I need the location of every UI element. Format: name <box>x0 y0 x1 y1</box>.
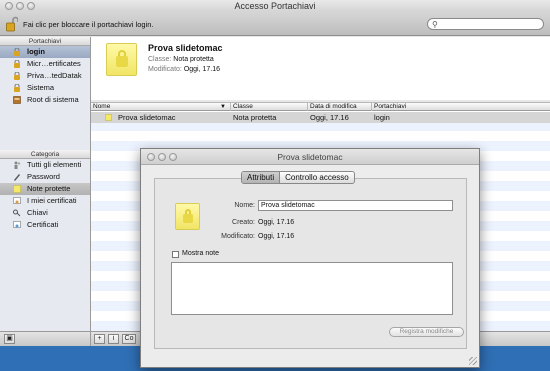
item-class: Classe: Nota protetta <box>148 56 214 63</box>
keychain-lock-icon <box>14 48 20 56</box>
sidebar-item-private-data[interactable]: Priva…tedDatak <box>0 70 90 82</box>
zoom-button[interactable] <box>27 2 35 10</box>
name-field[interactable]: Prova slidetomac <box>258 200 453 211</box>
modified-label: Modificato: <box>221 233 255 240</box>
sidebar-bottom-bar: ▣ <box>0 331 90 346</box>
secure-note-icon <box>175 203 200 230</box>
cell-keychain: login <box>374 113 390 122</box>
attributes-panel: Nome: Prova slidetomac Creato: Oggi, 17.… <box>154 178 467 349</box>
sidebar-item-root-di-sistema[interactable]: Root di sistema <box>0 94 90 106</box>
unlocked-padlock-icon[interactable] <box>6 16 18 32</box>
column-header-date[interactable]: Data di modifica <box>308 103 372 111</box>
dialog-titlebar[interactable]: Prova slidetomac <box>141 149 479 165</box>
notes-textarea[interactable] <box>171 262 453 315</box>
category-item-secure-notes[interactable]: Note protette <box>0 183 90 195</box>
cell-class: Nota protetta <box>233 113 277 122</box>
category-item-label: Tutti gli elementi <box>27 160 82 169</box>
people-icon <box>14 161 21 169</box>
item-summary: Prova slidetomac Classe: Nota protetta M… <box>91 37 550 100</box>
dialog-close-button[interactable] <box>147 153 155 161</box>
pen-icon <box>14 174 20 181</box>
category-item-label: Chiavi <box>27 208 48 217</box>
sidebar-item-label: Root di sistema <box>27 95 79 104</box>
copy-button[interactable]: Co <box>122 334 136 344</box>
certificate-icon <box>13 221 21 228</box>
category-item-label: Certificati <box>27 220 59 229</box>
item-class-label: Classe: <box>148 56 172 63</box>
tab-access-control[interactable]: Controllo accesso <box>280 172 354 183</box>
item-modified-value: Oggi, 17.16 <box>183 66 221 73</box>
created-value: Oggi, 17.16 <box>258 219 295 226</box>
category-item-certificates[interactable]: Certificati <box>0 219 90 231</box>
category-item-my-certificates[interactable]: I miei certificati <box>0 195 90 207</box>
search-input[interactable]: ⚲ <box>427 18 544 30</box>
window-controls <box>5 2 35 10</box>
window-titlebar[interactable]: Accesso Portachiavi <box>0 0 550 12</box>
key-icon <box>13 209 21 217</box>
column-header-name[interactable]: Nome ▼ <box>91 103 231 111</box>
category-item-all[interactable]: Tutti gli elementi <box>0 159 90 171</box>
column-header-keychain[interactable]: Portachiavi <box>372 103 550 111</box>
show-notes-label[interactable]: Mostra note <box>182 250 219 257</box>
sidebar-item-label: Micr…ertificates <box>27 59 81 68</box>
dialog-tabs: Attributi Controllo accesso <box>241 171 355 184</box>
info-button[interactable]: i <box>108 334 119 344</box>
category-item-label: I miei certificati <box>27 196 77 205</box>
toolbar: Fai clic per bloccare il portachiavi log… <box>0 12 550 36</box>
created-label: Creato: <box>232 219 255 226</box>
category-item-label: Note protette <box>27 184 71 193</box>
minimize-button[interactable] <box>16 2 24 10</box>
table-row[interactable]: Prova slidetomac Nota protetta Oggi, 17.… <box>91 112 550 123</box>
tab-attributes[interactable]: Attributi <box>242 172 281 183</box>
table-header: Nome ▼ Classe Data di modifica Portachia… <box>91 102 550 111</box>
column-header-label: Nome <box>93 103 111 110</box>
sidebar-item-login[interactable]: login <box>0 46 90 58</box>
toggle-sidebar-button[interactable]: ▣ <box>4 334 15 344</box>
lock-hint-text[interactable]: Fai clic per bloccare il portachiavi log… <box>23 20 153 29</box>
keychains-header: Portachiavi <box>0 37 90 46</box>
category-list: Categoria Tutti gli elementi Password No… <box>0 150 90 231</box>
lock-icon <box>14 60 20 68</box>
sidebar-item-label: Sistema <box>27 83 55 92</box>
add-item-button[interactable]: + <box>94 334 105 344</box>
save-changes-button[interactable]: Registra modifiche <box>389 327 464 337</box>
item-class-value: Nota protetta <box>173 56 214 63</box>
dialog-minimize-button[interactable] <box>158 153 166 161</box>
note-icon <box>13 185 21 193</box>
lock-icon <box>14 84 20 92</box>
dialog-window-controls <box>147 153 177 161</box>
sidebar-item-microsoft-certificates[interactable]: Micr…ertificates <box>0 58 90 70</box>
sidebar: Portachiavi login Micr…ertificates Priva… <box>0 37 91 346</box>
item-title: Prova slidetomac <box>148 43 223 53</box>
category-header: Categoria <box>0 150 90 159</box>
secure-note-icon <box>106 43 137 76</box>
note-icon <box>105 114 112 121</box>
name-label: Nome: <box>234 202 255 209</box>
cell-date: Oggi, 17.16 <box>310 113 349 122</box>
close-button[interactable] <box>5 2 13 10</box>
item-modified-label: Modificato: <box>148 66 182 73</box>
search-icon: ⚲ <box>432 20 438 29</box>
cell-name: Prova slidetomac <box>118 113 176 122</box>
window-title: Accesso Portachiavi <box>234 1 316 11</box>
column-header-class[interactable]: Classe <box>231 103 308 111</box>
item-info-dialog: Prova slidetomac Attributi Controllo acc… <box>140 148 480 368</box>
sort-arrow-icon: ▼ <box>220 104 226 110</box>
category-item-password[interactable]: Password <box>0 171 90 183</box>
sidebar-item-sistema[interactable]: Sistema <box>0 82 90 94</box>
show-notes-checkbox[interactable] <box>172 251 179 258</box>
modified-value: Oggi, 17.16 <box>258 233 295 240</box>
resize-grip-icon[interactable] <box>469 357 477 365</box>
dialog-title: Prova slidetomac <box>277 152 343 162</box>
category-item-keys[interactable]: Chiavi <box>0 207 90 219</box>
cabinet-icon <box>13 96 21 104</box>
lock-icon <box>14 72 20 80</box>
sidebar-item-label: login <box>27 47 45 56</box>
dialog-zoom-button[interactable] <box>169 153 177 161</box>
category-item-label: Password <box>27 172 60 181</box>
sidebar-item-label: Priva…tedDatak <box>27 71 82 80</box>
item-modified: Modificato: Oggi, 17.16 <box>148 66 220 73</box>
certificate-icon <box>13 197 21 204</box>
